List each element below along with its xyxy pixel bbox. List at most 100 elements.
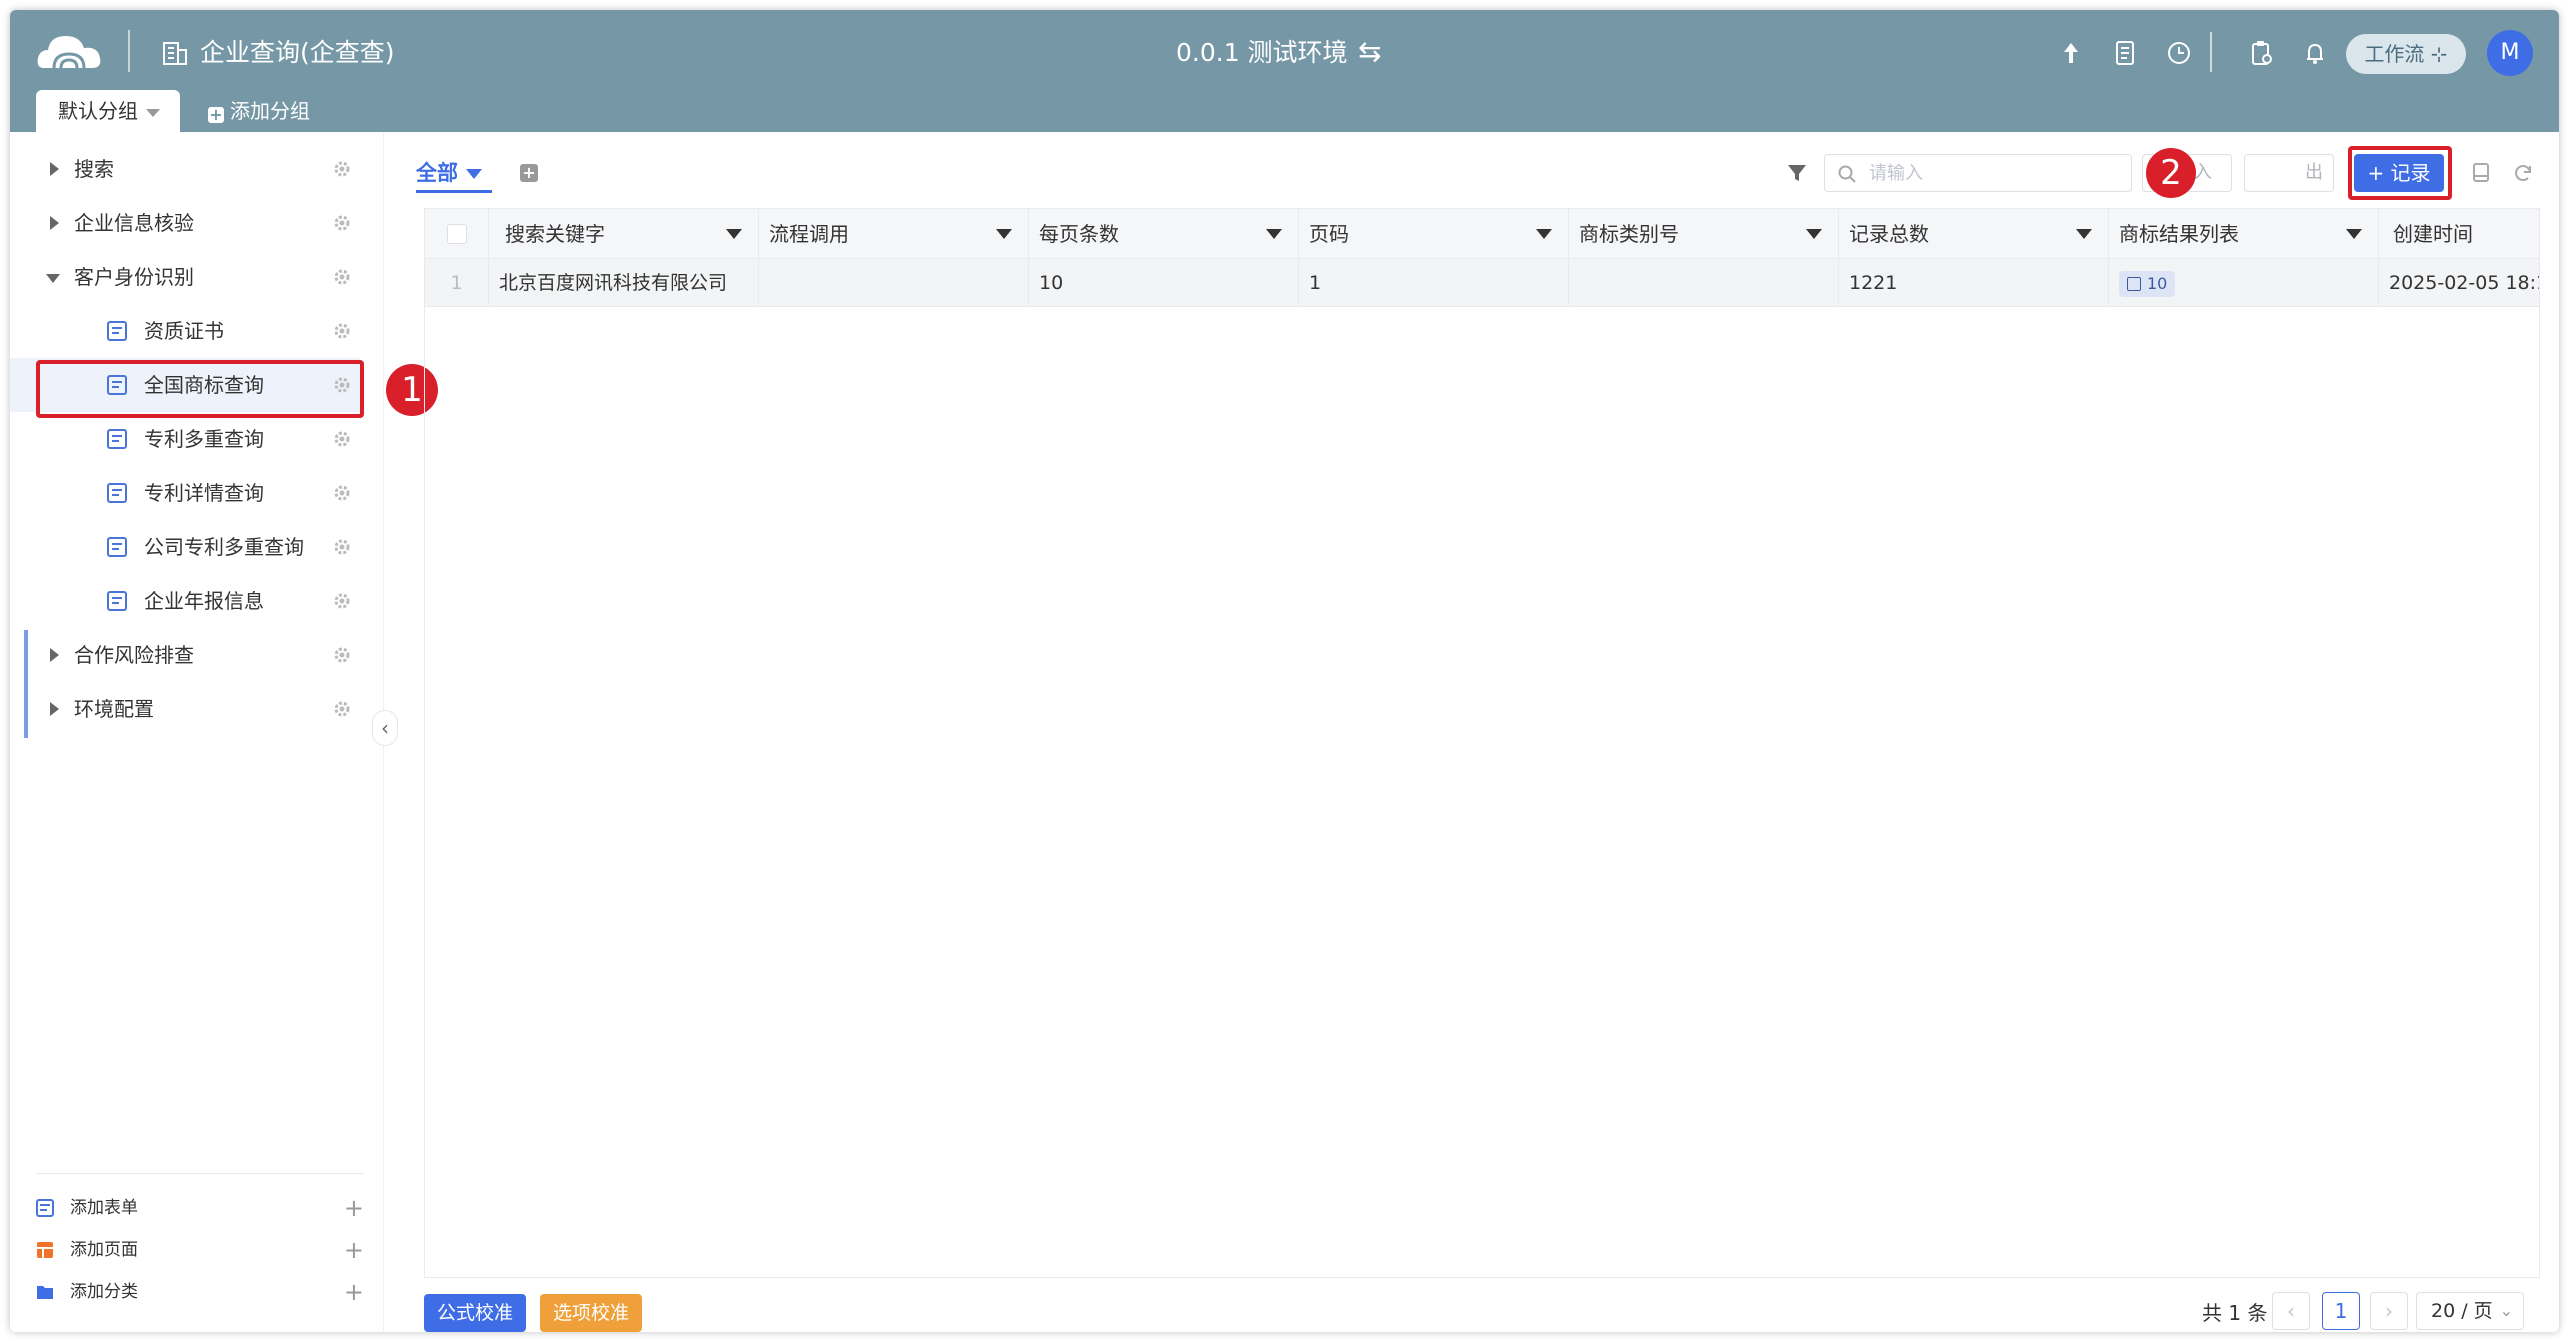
option-calibrate-button[interactable]: 选项校准: [540, 1294, 642, 1332]
caret-down-icon[interactable]: [2346, 229, 2362, 239]
add-page-button[interactable]: 添加页面 +: [36, 1230, 364, 1270]
subtable-tag[interactable]: 10: [2119, 270, 2176, 297]
environment-label: 0.0.1 测试环境: [1176, 38, 1348, 67]
caret-down-icon[interactable]: [1806, 229, 1822, 239]
caret-right-icon[interactable]: [50, 162, 59, 176]
column-header[interactable]: 记录总数: [1839, 209, 2109, 259]
collapse-sidebar-button[interactable]: ‹: [372, 710, 398, 746]
caret-down-icon[interactable]: [2076, 229, 2092, 239]
sidebar-item-company-patent-multi[interactable]: 公司专利多重查询: [10, 520, 360, 574]
gear-icon[interactable]: [332, 591, 352, 611]
gear-icon[interactable]: [332, 159, 352, 179]
search-input[interactable]: [1869, 159, 2119, 187]
add-category-button[interactable]: 添加分类 +: [36, 1272, 364, 1312]
caret-right-icon[interactable]: [50, 216, 59, 230]
gear-icon[interactable]: [332, 483, 352, 503]
app-window: 企业查询(企查查) 0.0.1 测试环境 ⇆ 工作流 ⊹ M 默认分组 + 添加…: [10, 10, 2559, 1332]
clipboard-settings-icon[interactable]: [2246, 38, 2276, 68]
table-cell[interactable]: [1569, 259, 1839, 307]
export-button[interactable]: 出: [2244, 154, 2334, 192]
sidebar-item-patent-multi[interactable]: 专利多重查询: [10, 412, 360, 466]
header-divider-right: [2210, 32, 2212, 72]
page-size-label: 20 / 页: [2431, 1300, 2493, 1322]
column-header[interactable]: 每页条数: [1029, 209, 1299, 259]
publish-arrow-icon[interactable]: [2056, 38, 2086, 68]
search-icon: [1838, 165, 1856, 183]
caret-down-icon[interactable]: [1266, 229, 1282, 239]
column-header[interactable]: 商标类别号: [1569, 209, 1839, 259]
table-cell[interactable]: 1221: [1839, 259, 2109, 307]
sidebar-item-patent-detail[interactable]: 专利详情查询: [10, 466, 360, 520]
add-view-icon[interactable]: +: [520, 164, 538, 182]
sidebar-item-cooperation-risk[interactable]: 合作风险排查: [10, 628, 360, 682]
column-header[interactable]: 创建时间: [2379, 209, 2539, 259]
swap-environment-icon[interactable]: ⇆: [1358, 36, 1381, 68]
table-cell[interactable]: 2025-02-05 18:1: [2379, 259, 2539, 307]
data-table: 搜索关键字 流程调用 每页条数 页码 商标类别号 记录总数 商标结果列表 创建时…: [424, 208, 2540, 1278]
building-icon: [163, 42, 187, 65]
print-icon[interactable]: [2468, 160, 2494, 186]
form-doc-icon: [107, 321, 127, 341]
caret-down-icon[interactable]: [726, 229, 742, 239]
table-cell[interactable]: 1: [1299, 259, 1569, 307]
plus-square-icon: +: [208, 105, 224, 124]
gear-icon[interactable]: [332, 267, 352, 287]
refresh-icon[interactable]: [2510, 160, 2536, 186]
cloud-logo-icon[interactable]: [34, 28, 104, 78]
sidebar-item-enterprise-verify[interactable]: 企业信息核验: [10, 196, 360, 250]
sidebar-item-annual-report[interactable]: 企业年报信息: [10, 574, 360, 628]
total-count: 共 1 条: [2202, 1301, 2268, 1325]
next-page-button[interactable]: ›: [2370, 1292, 2408, 1330]
caret-down-icon[interactable]: [46, 274, 60, 283]
table-cell[interactable]: [759, 259, 1029, 307]
view-tab-all[interactable]: 全部: [416, 158, 482, 188]
select-all-checkbox[interactable]: [447, 224, 467, 244]
plus-icon[interactable]: +: [344, 1272, 364, 1312]
table-cell[interactable]: 北京百度网讯科技有限公司: [489, 259, 759, 307]
search-input-wrapper[interactable]: [1824, 154, 2132, 192]
table-cell[interactable]: 10: [2109, 259, 2379, 307]
add-group-button[interactable]: + 添加分组: [208, 90, 310, 132]
form-doc-icon: [107, 483, 127, 503]
gear-icon[interactable]: [332, 213, 352, 233]
caret-right-icon[interactable]: [50, 702, 59, 716]
page-size-select[interactable]: 20 / 页 ⌄: [2416, 1292, 2524, 1330]
view-tab-label: 全部: [416, 161, 458, 185]
clock-history-icon[interactable]: [2164, 38, 2194, 68]
column-header[interactable]: 搜索关键字: [489, 209, 759, 259]
user-avatar[interactable]: M: [2487, 30, 2533, 76]
caret-right-icon[interactable]: [50, 648, 59, 662]
workflow-button[interactable]: 工作流 ⊹: [2346, 34, 2466, 74]
prev-page-button[interactable]: ‹: [2272, 1292, 2310, 1330]
sidebar-item-customer-identity[interactable]: 客户身份识别: [10, 250, 360, 304]
sidebar-item-search[interactable]: 搜索: [10, 142, 360, 196]
plus-icon[interactable]: +: [344, 1230, 364, 1270]
formula-calibrate-button[interactable]: 公式校准: [424, 1294, 526, 1332]
gear-icon[interactable]: [332, 645, 352, 665]
gear-icon[interactable]: [332, 321, 352, 341]
gear-icon[interactable]: [332, 429, 352, 449]
highlight-box-trademark: [36, 360, 364, 418]
gear-icon[interactable]: [332, 537, 352, 557]
default-group-tab[interactable]: 默认分组: [36, 90, 180, 132]
plus-icon[interactable]: +: [344, 1188, 364, 1228]
document-icon[interactable]: [2110, 38, 2140, 68]
caret-down-icon[interactable]: [1536, 229, 1552, 239]
sidebar-item-qualification[interactable]: 资质证书: [10, 304, 360, 358]
sidebar-item-label: 公司专利多重查询: [144, 535, 304, 559]
current-page-button[interactable]: 1: [2322, 1292, 2360, 1330]
sidebar-item-label: 环境配置: [74, 697, 154, 721]
sidebar-item-env-config[interactable]: 环境配置: [10, 682, 360, 736]
column-header[interactable]: 商标结果列表: [2109, 209, 2379, 259]
column-header-label: 每页条数: [1039, 222, 1119, 246]
gear-icon[interactable]: [332, 699, 352, 719]
page-icon: [37, 1242, 53, 1258]
table-cell[interactable]: 10: [1029, 259, 1299, 307]
column-header[interactable]: 页码: [1299, 209, 1569, 259]
add-form-button[interactable]: 添加表单 +: [36, 1188, 364, 1228]
filter-icon[interactable]: [1784, 160, 1810, 186]
column-header[interactable]: 流程调用: [759, 209, 1029, 259]
caret-down-icon[interactable]: [996, 229, 1012, 239]
table-row[interactable]: 1 北京百度网讯科技有限公司 10 1 1221 10 2025-02-05 1…: [425, 259, 2539, 307]
bell-icon[interactable]: [2300, 38, 2330, 68]
